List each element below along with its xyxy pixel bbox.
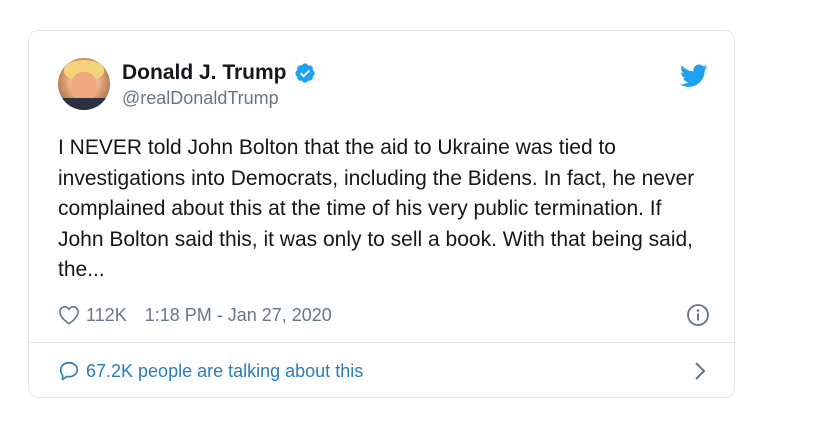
verified-badge-icon [294, 63, 315, 83]
author-name-row: Donald J. Trump [122, 61, 316, 85]
chevron-right-icon[interactable] [694, 361, 706, 381]
avatar[interactable] [58, 58, 110, 110]
tweet-embed-card: Donald J. Trump @realDonaldTrump I NEVER… [28, 30, 735, 398]
heart-icon[interactable] [58, 305, 80, 325]
tweet-text: I NEVER told John Bolton that the aid to… [58, 136, 695, 281]
tweet-header: Donald J. Trump @realDonaldTrump [58, 58, 708, 114]
author-handle[interactable]: @realDonaldTrump [122, 88, 316, 109]
like-count[interactable]: 112K [86, 305, 127, 326]
info-icon[interactable] [686, 303, 710, 327]
tweet-timestamp[interactable]: 1:18 PM - Jan 27, 2020 [145, 305, 332, 326]
author-block: Donald J. Trump @realDonaldTrump [122, 61, 316, 109]
card-divider [29, 342, 734, 343]
author-name[interactable]: Donald J. Trump [122, 61, 287, 85]
speech-bubble-icon [59, 361, 79, 381]
talking-about-link[interactable]: 67.2K people are talking about this [58, 357, 706, 385]
twitter-bird-icon[interactable] [680, 64, 708, 88]
tweet-meta-row: 112K 1:18 PM - Jan 27, 2020 [58, 301, 710, 329]
avatar-suit [58, 98, 110, 110]
talking-about-text[interactable]: 67.2K people are talking about this [86, 361, 363, 382]
